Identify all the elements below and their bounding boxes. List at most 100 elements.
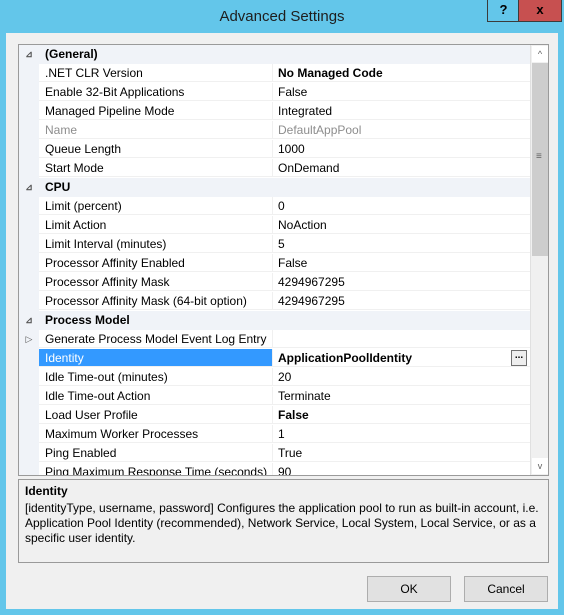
property-value-text: False [278,85,308,99]
property-value[interactable]: 1000 [273,140,530,158]
property-value[interactable]: False [273,83,530,101]
collapse-icon[interactable]: ⊿ [19,311,39,330]
property-value-text: True [278,446,303,460]
property-value[interactable]: 0 [273,197,530,215]
property-name: Idle Time-out Action [39,387,273,405]
row-gutter [19,292,39,311]
row-gutter [19,159,39,178]
property-name: Name [39,121,273,139]
property-value-text: 4294967295 [278,294,345,308]
property-row[interactable]: Ping Enabled True [19,444,530,463]
property-value-text: DefaultAppPool [278,123,362,137]
property-row[interactable]: Queue Length 1000 [19,140,530,159]
row-gutter [19,140,39,159]
property-row[interactable]: ▷ Generate Process Model Event Log Entry [19,330,530,349]
property-value-text: False [278,256,308,270]
property-value[interactable]: DefaultAppPool [273,121,530,139]
property-row[interactable]: Idle Time-out Action Terminate [19,387,530,406]
property-row[interactable]: Limit (percent) 0 [19,197,530,216]
property-value-text: False [278,408,309,422]
property-value-text: NoAction [278,218,327,232]
collapse-icon[interactable]: ⊿ [19,45,39,64]
property-row[interactable]: Identity ApplicationPoolIdentity... [19,349,530,368]
property-row[interactable]: Ping Maximum Response Time (seconds) 90 [19,463,530,476]
property-value[interactable]: True [273,444,530,462]
row-gutter [19,83,39,102]
description-title: Identity [25,484,68,498]
expand-icon[interactable]: ▷ [19,330,39,349]
property-value-text: 4294967295 [278,275,345,289]
property-value-text: Terminate [278,389,331,403]
row-gutter [19,463,39,475]
property-row[interactable]: Processor Affinity Enabled False [19,254,530,273]
row-gutter [19,368,39,387]
ok-button[interactable]: OK [367,576,451,602]
row-gutter [19,349,39,368]
scroll-down-icon[interactable]: v [532,458,548,474]
property-value[interactable]: ApplicationPoolIdentity... [273,349,530,367]
row-gutter [19,387,39,406]
property-row[interactable]: Processor Affinity Mask (64-bit option) 4… [19,292,530,311]
property-row[interactable]: Managed Pipeline Mode Integrated [19,102,530,121]
category-row[interactable]: ⊿ CPU [19,178,530,197]
category-label: (General) [45,47,98,61]
property-value[interactable]: 90 [273,463,530,476]
property-rows: ⊿ (General) .NET CLR Version No Managed Cod… [19,45,530,476]
property-value-text: OnDemand [278,161,340,175]
property-name: Queue Length [39,140,273,158]
close-button[interactable]: x [518,0,562,22]
ellipsis-button[interactable]: ... [511,350,527,366]
property-name: Processor Affinity Mask (64-bit option) [39,292,273,310]
scroll-up-icon[interactable]: ^ [532,46,548,62]
property-value-text: 0 [278,199,285,213]
category-row[interactable]: ⊿ Process Model [19,311,530,330]
property-value[interactable]: False [273,254,530,272]
row-gutter [19,216,39,235]
cancel-button[interactable]: Cancel [464,576,548,602]
property-row[interactable]: Start Mode OnDemand [19,159,530,178]
property-row[interactable]: Processor Affinity Mask 4294967295 [19,273,530,292]
property-value[interactable]: Terminate [273,387,530,405]
property-value[interactable]: No Managed Code [273,64,530,82]
category-row[interactable]: ⊿ (General) [19,45,530,64]
property-name: Idle Time-out (minutes) [39,368,273,386]
property-value[interactable]: False [273,406,530,424]
property-row[interactable]: Limit Interval (minutes) 5 [19,235,530,254]
help-button[interactable]: ? [487,0,520,22]
property-name: Start Mode [39,159,273,177]
row-gutter [19,273,39,292]
property-value[interactable]: 4294967295 [273,292,530,310]
property-name: Enable 32-Bit Applications [39,83,273,101]
property-value[interactable]: 20 [273,368,530,386]
property-name: Limit Action [39,216,273,234]
property-value[interactable]: Integrated [273,102,530,120]
property-value-text: 5 [278,237,285,251]
description-panel: Identity [identityType, username, passwo… [18,479,549,563]
property-row[interactable]: Enable 32-Bit Applications False [19,83,530,102]
property-value[interactable] [273,330,530,348]
property-value-text: 90 [278,465,292,476]
property-value[interactable]: 1 [273,425,530,443]
property-row[interactable]: .NET CLR Version No Managed Code [19,64,530,83]
property-value[interactable]: 4294967295 [273,273,530,291]
property-row[interactable]: Maximum Worker Processes 1 [19,425,530,444]
property-row[interactable]: Name DefaultAppPool [19,121,530,140]
category-label: CPU [45,180,71,194]
vertical-scrollbar[interactable]: ^ ≡ v [530,45,548,475]
property-value[interactable]: 5 [273,235,530,253]
property-value[interactable]: OnDemand [273,159,530,177]
property-name: Identity [39,349,273,367]
dialog-client: ⊿ (General) .NET CLR Version No Managed Cod… [6,33,558,609]
property-row[interactable]: Limit Action NoAction [19,216,530,235]
row-gutter [19,121,39,140]
property-value[interactable]: NoAction [273,216,530,234]
property-name: Managed Pipeline Mode [39,102,273,120]
property-row[interactable]: Idle Time-out (minutes) 20 [19,368,530,387]
collapse-icon[interactable]: ⊿ [19,178,39,197]
property-name: Load User Profile [39,406,273,424]
property-value-text: 20 [278,370,292,384]
window-title: Advanced Settings [219,8,345,25]
row-gutter [19,197,39,216]
property-row[interactable]: Load User Profile False [19,406,530,425]
scroll-thumb[interactable]: ≡ [532,63,548,256]
